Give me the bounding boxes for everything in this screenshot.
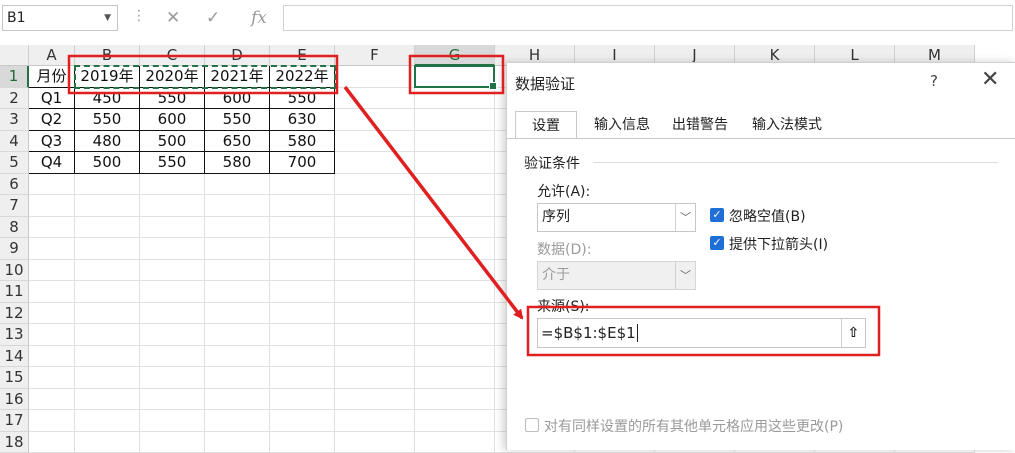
highlight-target-cell — [410, 56, 503, 93]
highlight-header-range — [69, 56, 337, 93]
annotation-overlay — [0, 0, 1015, 449]
annotation-arrow — [345, 87, 522, 318]
highlight-source-input — [528, 307, 879, 355]
